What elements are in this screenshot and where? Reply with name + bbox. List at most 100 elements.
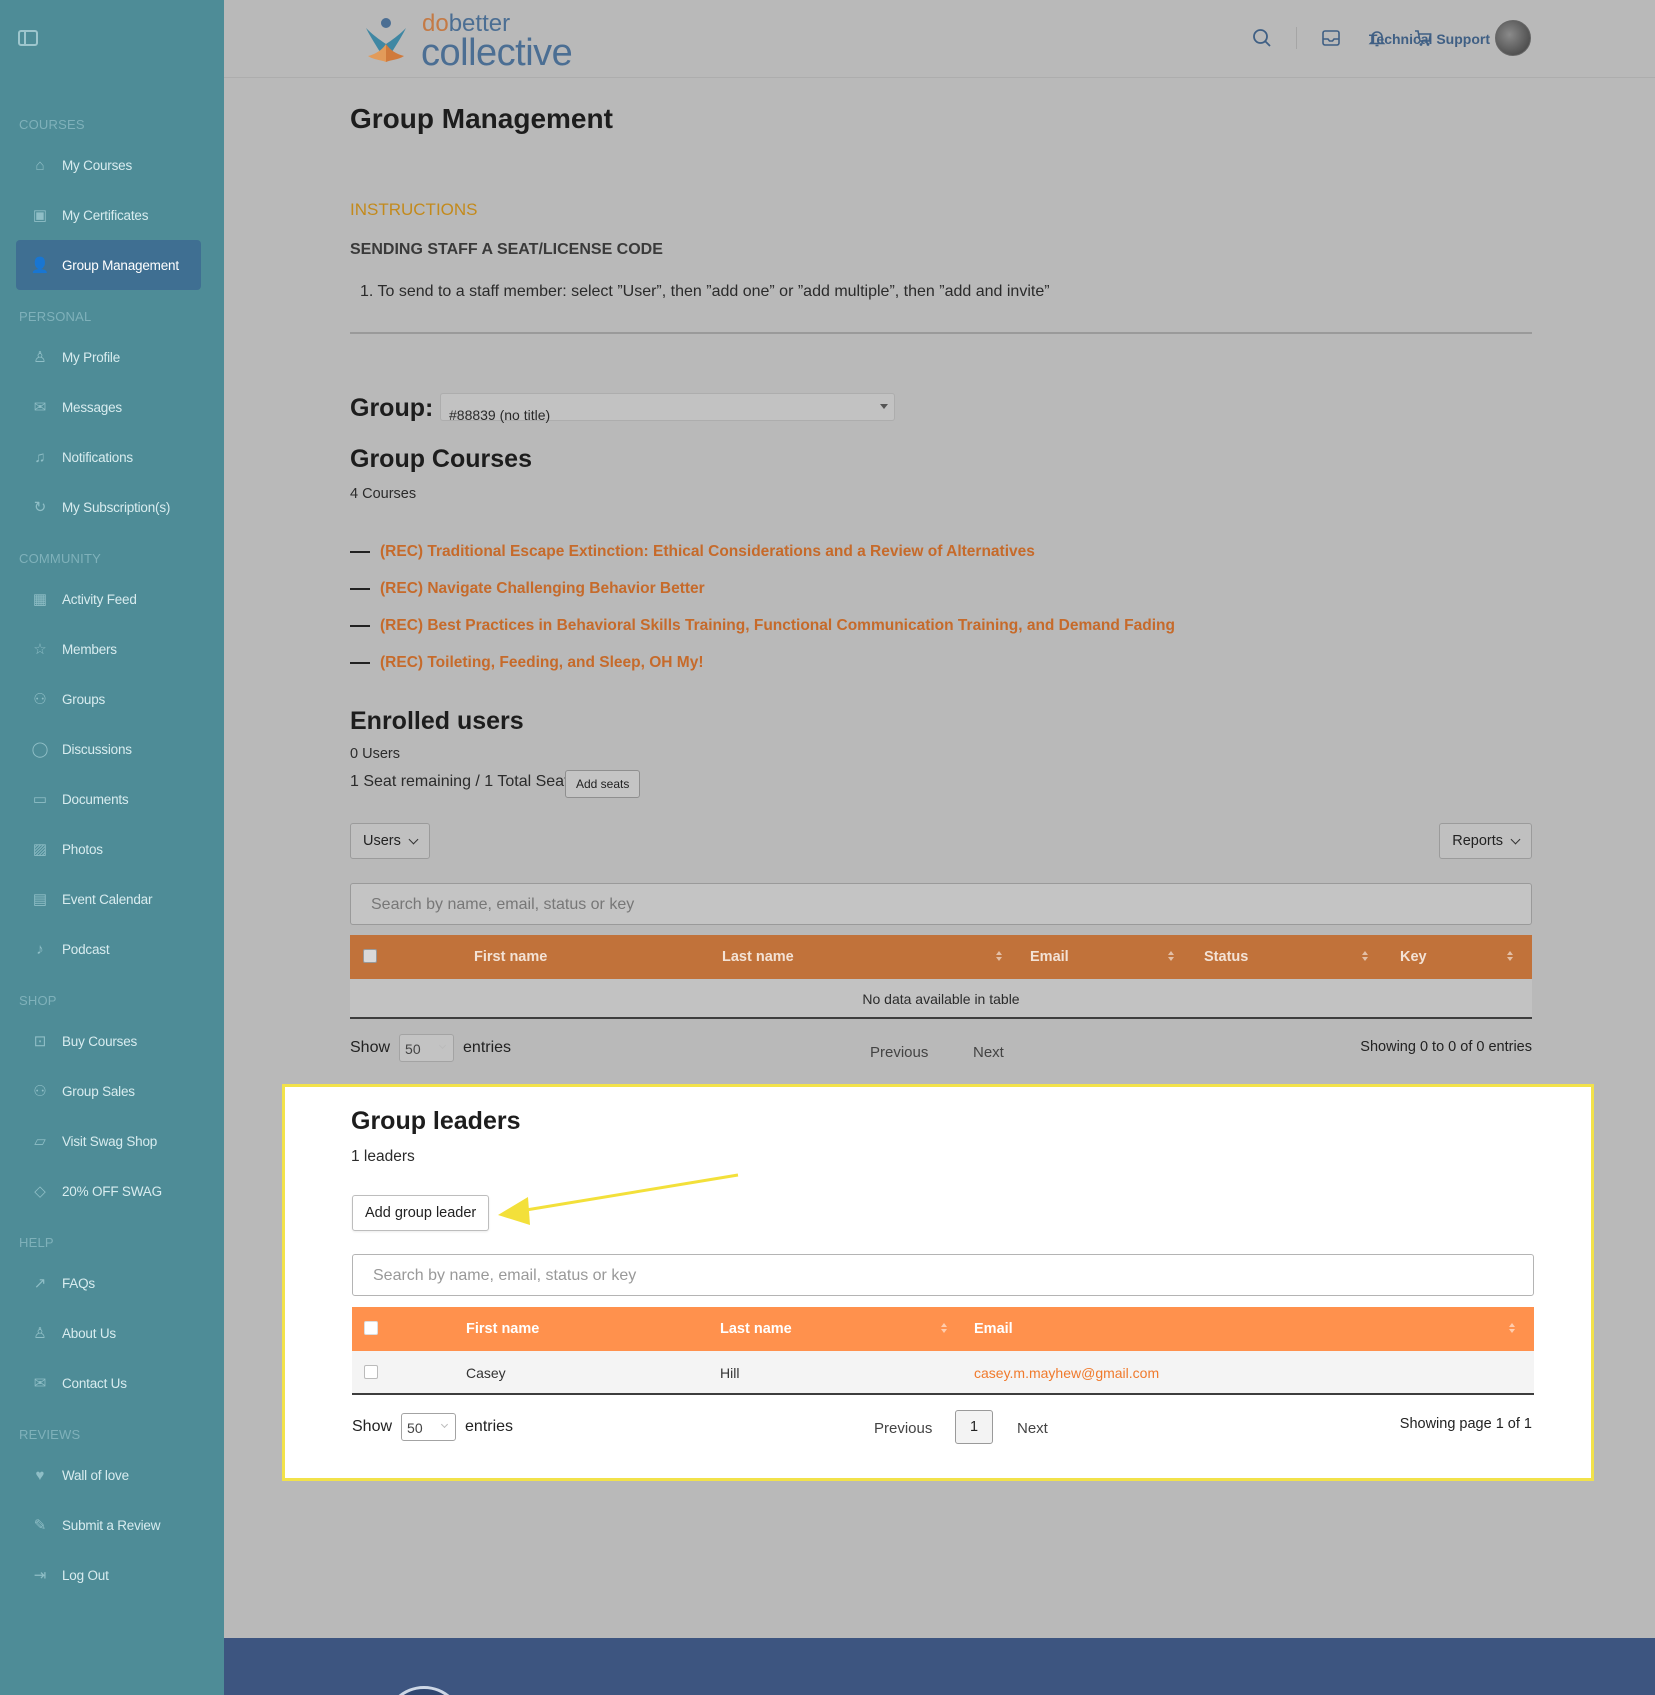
sidebar-item-my-certificates[interactable]: ▣ My Certificates — [16, 190, 201, 240]
pagination-previous[interactable]: Previous — [874, 1420, 932, 1437]
sidebar-item-buy-courses[interactable]: ⊡ Buy Courses — [16, 1016, 201, 1066]
sidebar-item-members[interactable]: ☆ Members — [16, 624, 201, 674]
th-last-name[interactable]: Last name — [720, 1321, 792, 1337]
sidebar-section-heading: COURSES — [19, 117, 85, 132]
leaders-search-input[interactable]: Search by name, email, status or key — [352, 1254, 1534, 1296]
course-item: (REC) Best Practices in Behavioral Skill… — [350, 617, 1175, 635]
sidebar-item-label: Photos — [62, 841, 103, 857]
entries-label: entries — [463, 1039, 512, 1056]
leaders-table-header: First name Last name Email — [352, 1307, 1534, 1351]
course-link[interactable]: (REC) Toileting, Feeding, and Sleep, OH … — [380, 654, 704, 672]
cell-last-name: Hill — [720, 1365, 740, 1381]
course-link[interactable]: (REC) Best Practices in Behavioral Skill… — [380, 617, 1175, 635]
sidebar-item-messages[interactable]: ✉ Messages — [16, 382, 201, 432]
sidebar-item-my-subscription-s[interactable]: ↻ My Subscription(s) — [16, 482, 201, 532]
pagination-next[interactable]: Next — [973, 1044, 1004, 1061]
sidebar-item-groups[interactable]: ⚇ Groups — [16, 674, 201, 724]
sidebar-item-contact-us[interactable]: ✉ Contact Us — [16, 1358, 201, 1408]
sidebar-item-discussions[interactable]: ◯ Discussions — [16, 724, 201, 774]
sidebar-item-notifications[interactable]: ♫ Notifications — [16, 432, 201, 482]
instructions-step: 1. To send to a staff member: select ”Us… — [360, 283, 1050, 300]
graduation-cap-icon: ⌂ — [35, 156, 45, 174]
sort-icon[interactable] — [941, 1321, 949, 1335]
sidebar-item-label: My Courses — [62, 157, 133, 173]
sidebar-item-group-sales[interactable]: ⚇ Group Sales — [16, 1066, 201, 1116]
sidebar-item-group-management[interactable]: 👤 Group Management — [16, 240, 201, 290]
course-link[interactable]: (REC) Traditional Escape Extinction: Eth… — [380, 543, 1035, 561]
add-group-leader-button[interactable]: Add group leader — [352, 1195, 490, 1231]
certificate-icon: ▣ — [32, 207, 48, 224]
th-last-name[interactable]: Last name — [722, 949, 794, 965]
sidebar-item-label: Group Management — [62, 257, 179, 273]
sidebar-item-label: Event Calendar — [62, 891, 153, 907]
sidebar-item-wall-of-love[interactable]: ♥ Wall of love — [16, 1450, 201, 1500]
sidebar-item-documents[interactable]: ▭ Documents — [16, 774, 201, 824]
th-first-name[interactable]: First name — [466, 1321, 539, 1337]
no-data-row: No data available in table — [350, 979, 1532, 1019]
activity-icon: ▦ — [32, 591, 48, 608]
page-footer — [224, 1638, 1655, 1695]
microphone-icon: ♪ — [36, 940, 44, 958]
sidebar-item-photos[interactable]: ▨ Photos — [16, 824, 201, 874]
pagination-page-1[interactable]: 1 — [955, 1410, 993, 1444]
show-label: Show — [352, 1418, 393, 1435]
add-seats-button[interactable]: Add seats — [565, 770, 641, 798]
sort-icon[interactable] — [996, 949, 1004, 963]
sort-icon[interactable] — [1362, 949, 1370, 963]
mail-icon: ✉ — [33, 1375, 47, 1392]
search-icon[interactable] — [1250, 26, 1274, 50]
cell-email-link[interactable]: casey.m.mayhew@gmail.com — [974, 1365, 1159, 1381]
sidebar-item-label: Log Out — [62, 1567, 109, 1583]
inbox-icon[interactable] — [1319, 26, 1343, 50]
user-icon: ♙ — [33, 1325, 47, 1342]
user-name[interactable]: Technical Support — [1369, 31, 1490, 47]
sidebar-item-log-out[interactable]: ⇥ Log Out — [16, 1550, 201, 1600]
sidebar-item-about-us[interactable]: ♙ About Us — [16, 1308, 201, 1358]
sort-icon[interactable] — [1168, 949, 1176, 963]
table-row[interactable]: Casey Hill casey.m.mayhew@gmail.com — [352, 1351, 1534, 1395]
page-length-select[interactable]: 50 — [401, 1413, 457, 1441]
sidebar-section-heading: REVIEWS — [19, 1427, 81, 1442]
th-key[interactable]: Key — [1400, 949, 1427, 965]
page-length-value: 50 — [407, 1420, 423, 1436]
sidebar-item-my-courses[interactable]: ⌂ My Courses — [16, 140, 201, 190]
course-item: (REC) Toileting, Feeding, and Sleep, OH … — [350, 654, 704, 672]
chevron-down-icon — [438, 1041, 447, 1050]
course-link[interactable]: (REC) Navigate Challenging Behavior Bett… — [380, 580, 705, 598]
sort-icon[interactable] — [1509, 1321, 1517, 1335]
group-select[interactable]: #88839 (no title) — [440, 393, 895, 422]
sidebar-item-podcast[interactable]: ♪ Podcast — [16, 924, 201, 974]
sidebar-item-20-off-swag[interactable]: ◇ 20% OFF SWAG — [16, 1166, 201, 1216]
sidebar-section-heading: COMMUNITY — [19, 551, 101, 566]
sidebar-item-label: Notifications — [62, 449, 133, 465]
users-search-input[interactable]: Search by name, email, status or key — [350, 883, 1532, 925]
site-logo[interactable]: dobetter collective — [360, 6, 600, 74]
th-status[interactable]: Status — [1204, 949, 1248, 965]
page-length-select[interactable]: 50 — [399, 1034, 455, 1062]
users-dropdown[interactable]: Users — [350, 823, 430, 859]
th-first-name[interactable]: First name — [474, 949, 547, 965]
sidebar-item-label: About Us — [62, 1325, 116, 1341]
select-all-checkbox[interactable] — [364, 1321, 378, 1335]
enrolled-users-title: Enrolled users — [350, 707, 524, 735]
external-link-icon: ↗ — [33, 1275, 47, 1292]
pagination-next[interactable]: Next — [1017, 1420, 1048, 1437]
pagination-previous[interactable]: Previous — [870, 1044, 928, 1061]
th-email[interactable]: Email — [1030, 949, 1069, 965]
th-email[interactable]: Email — [974, 1321, 1013, 1337]
sidebar-item-submit-a-review[interactable]: ✎ Submit a Review — [16, 1500, 201, 1550]
sort-icon[interactable] — [1507, 949, 1515, 963]
sidebar-item-visit-swag-shop[interactable]: ▱ Visit Swag Shop — [16, 1116, 201, 1166]
sidebar-toggle-icon[interactable] — [18, 30, 38, 46]
sidebar-item-my-profile[interactable]: ♙ My Profile — [16, 332, 201, 382]
row-checkbox[interactable] — [364, 1365, 378, 1379]
users-dropdown-label: Users — [363, 833, 401, 849]
avatar[interactable] — [1495, 20, 1531, 56]
sidebar-item-activity-feed[interactable]: ▦ Activity Feed — [16, 574, 201, 624]
sidebar-item-faqs[interactable]: ↗ FAQs — [16, 1258, 201, 1308]
chat-icon: ◯ — [31, 741, 49, 758]
reports-dropdown[interactable]: Reports — [1439, 823, 1532, 859]
sidebar-item-label: My Certificates — [62, 207, 149, 223]
select-all-checkbox[interactable] — [363, 949, 377, 963]
sidebar-item-event-calendar[interactable]: ▤ Event Calendar — [16, 874, 201, 924]
